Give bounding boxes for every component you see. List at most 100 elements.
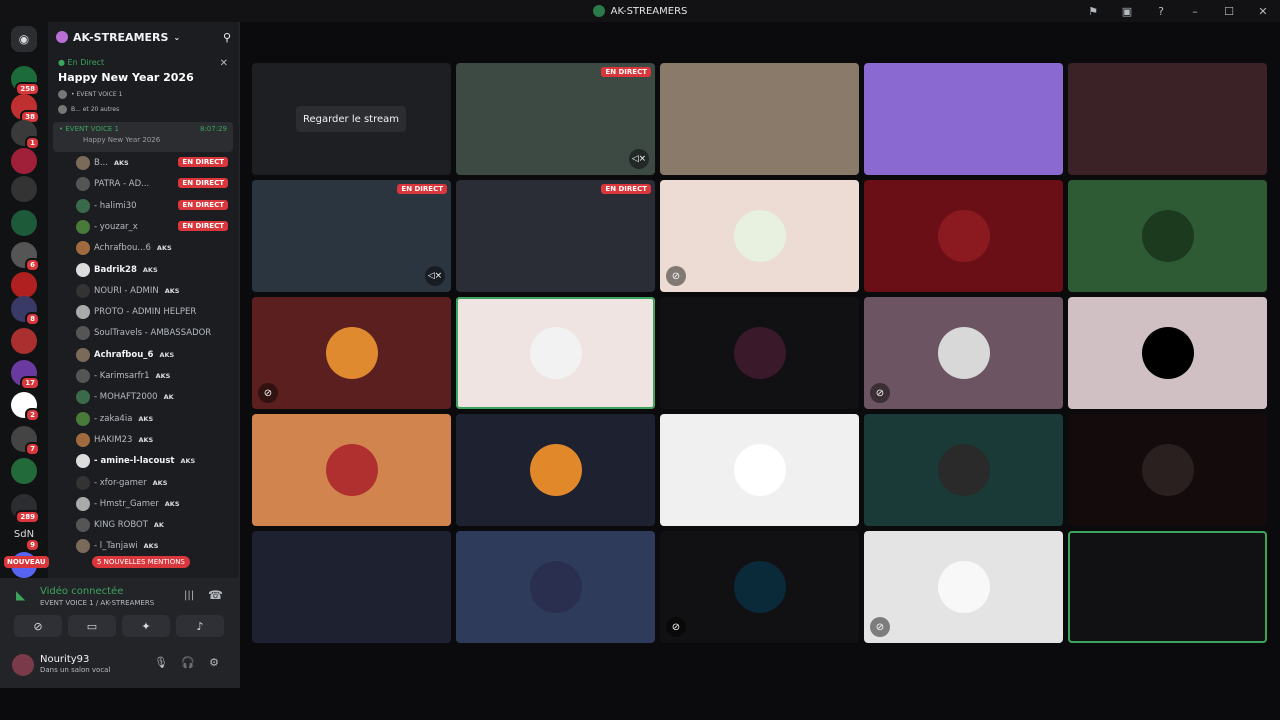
voice-user[interactable]: NOURI - ADMIN AKS: [76, 282, 228, 300]
voice-user[interactable]: - youzar_x EN DIRECT: [76, 218, 228, 236]
role-tag: AK: [163, 393, 174, 402]
voice-user[interactable]: - MOHAFT2000 AK: [76, 388, 228, 406]
voice-user[interactable]: KING ROBOT AK: [76, 516, 228, 534]
disconnect-icon[interactable]: ☎: [208, 588, 223, 602]
new-badge[interactable]: NOUVEAU: [4, 556, 49, 568]
close-icon[interactable]: ✕: [220, 58, 228, 69]
video-tile[interactable]: Regarder le stream: [252, 63, 451, 175]
video-tile[interactable]: [864, 414, 1063, 526]
video-tile[interactable]: EN DIRECT ◁×: [456, 63, 655, 175]
avatar: [76, 390, 90, 405]
video-tile[interactable]: [1068, 531, 1267, 643]
voice-user[interactable]: SoulTravels - AMBASSADOR: [76, 324, 228, 342]
server-icon[interactable]: 7: [11, 426, 40, 456]
event-card[interactable]: ● En Direct Happy New Year 2026 • EVENT …: [48, 52, 240, 118]
mentions-badge[interactable]: 5 NOUVELLES MENTIONS: [92, 556, 190, 568]
soundboard-icon[interactable]: ♪: [176, 615, 224, 637]
voice-user[interactable]: Achrafbou...6 AKS: [76, 239, 228, 257]
voice-user[interactable]: - Karimsarfr1 AKS: [76, 367, 228, 385]
close-icon[interactable]: ✕: [1254, 2, 1272, 20]
activities-icon[interactable]: ✦: [122, 615, 170, 637]
video-tile[interactable]: [1068, 414, 1267, 526]
video-tile[interactable]: ⊘: [252, 297, 451, 409]
watch-stream-button[interactable]: Regarder le stream: [296, 106, 406, 132]
video-tile[interactable]: ⊘: [660, 531, 859, 643]
video-tile[interactable]: ⊘: [864, 531, 1063, 643]
server-header[interactable]: AK-STREAMERS ⌄ ⚲: [48, 22, 239, 52]
video-tile[interactable]: [456, 531, 655, 643]
voice-channel[interactable]: • EVENT VOICE 1 8:07:29 Happy New Year 20…: [53, 122, 233, 152]
microphone-icon[interactable]: 🎙: [153, 656, 169, 672]
server-icon[interactable]: [11, 176, 37, 202]
voice-user[interactable]: - halimi30 EN DIRECT: [76, 197, 228, 215]
video-tile[interactable]: [1068, 63, 1267, 175]
live-badge: EN DIRECT: [178, 178, 228, 189]
noise-suppression-icon[interactable]: |||: [184, 590, 194, 601]
volume-mute-icon[interactable]: ◁×: [425, 266, 445, 286]
voice-user[interactable]: HAKIM23 AKS: [76, 431, 228, 449]
server-icon[interactable]: [11, 148, 37, 174]
voice-user[interactable]: - Hmstr_Gamer AKS: [76, 495, 228, 513]
video-tile[interactable]: [660, 63, 859, 175]
user-name: Badrik28: [94, 264, 137, 275]
server-icon[interactable]: 17: [11, 360, 40, 390]
voice-user[interactable]: Achrafbou_6 AKS: [76, 346, 228, 364]
camera-off-icon[interactable]: ⊘: [14, 615, 62, 637]
avatar: [1141, 327, 1194, 379]
server-icon[interactable]: [11, 328, 37, 354]
voice-user[interactable]: PATRA - AD... EN DIRECT: [76, 175, 228, 193]
server-icon[interactable]: 8: [11, 296, 40, 326]
invite-icon[interactable]: ⚲: [223, 31, 231, 44]
video-tile[interactable]: [660, 297, 859, 409]
voice-user[interactable]: - amine-l-lacoust AKS: [76, 452, 228, 470]
video-tile[interactable]: [1068, 297, 1267, 409]
discord-home-icon[interactable]: ◉: [11, 26, 37, 52]
video-tile[interactable]: [252, 414, 451, 526]
server-icon[interactable]: 6: [11, 242, 40, 272]
video-tile[interactable]: [456, 297, 655, 409]
video-tile[interactable]: [1068, 180, 1267, 292]
video-tile[interactable]: ⊘: [864, 297, 1063, 409]
video-tile[interactable]: [864, 63, 1063, 175]
server-icon[interactable]: [11, 210, 37, 236]
user-name: - youzar_x: [94, 221, 138, 232]
server-icon[interactable]: 289: [11, 494, 40, 524]
voice-user[interactable]: - l_Tanjawi AKS: [76, 537, 228, 555]
video-tile[interactable]: [864, 180, 1063, 292]
server-icon[interactable]: 1: [11, 120, 40, 150]
avatar: [76, 475, 90, 490]
screen-share-icon[interactable]: ▭: [68, 615, 116, 637]
voice-user[interactable]: Badrik28 AKS: [76, 261, 228, 279]
server-icon[interactable]: 2: [11, 392, 40, 422]
gear-icon[interactable]: ⚙: [206, 656, 222, 672]
server-icon[interactable]: SdN 9: [11, 522, 40, 552]
flag-icon[interactable]: ⚑: [1084, 2, 1102, 20]
maximize-icon[interactable]: ☐: [1220, 2, 1238, 20]
server-icon[interactable]: 38: [11, 94, 40, 124]
voice-user[interactable]: - zaka4ia AKS: [76, 410, 228, 428]
unread-badge: 8: [25, 312, 40, 326]
voice-user[interactable]: B... AKS EN DIRECT: [76, 154, 228, 172]
headphones-icon[interactable]: 🎧: [180, 656, 196, 672]
minimize-icon[interactable]: –: [1186, 2, 1204, 20]
live-badge: EN DIRECT: [601, 67, 651, 77]
server-icon[interactable]: [11, 272, 37, 298]
video-tile[interactable]: [456, 414, 655, 526]
video-tile[interactable]: [660, 414, 859, 526]
voice-user[interactable]: - xfor-gamer AKS: [76, 474, 228, 492]
signal-icon[interactable]: ◣: [16, 588, 25, 602]
help-icon[interactable]: ?: [1152, 2, 1170, 20]
avatar: [733, 444, 786, 496]
avatar[interactable]: [12, 654, 34, 676]
video-tile[interactable]: EN DIRECT: [456, 180, 655, 292]
voice-user[interactable]: PROTO - ADMIN HELPER: [76, 303, 228, 321]
muted-mic-icon: ⊘: [258, 383, 278, 403]
server-icon[interactable]: [11, 458, 37, 484]
video-tile[interactable]: [252, 531, 451, 643]
inbox-icon[interactable]: ▣: [1118, 2, 1136, 20]
server-icon[interactable]: 258: [11, 66, 40, 96]
video-tile[interactable]: ⊘: [660, 180, 859, 292]
volume-mute-icon[interactable]: ◁×: [629, 149, 649, 169]
video-tile[interactable]: EN DIRECT ◁×: [252, 180, 451, 292]
avatar: [76, 326, 90, 341]
